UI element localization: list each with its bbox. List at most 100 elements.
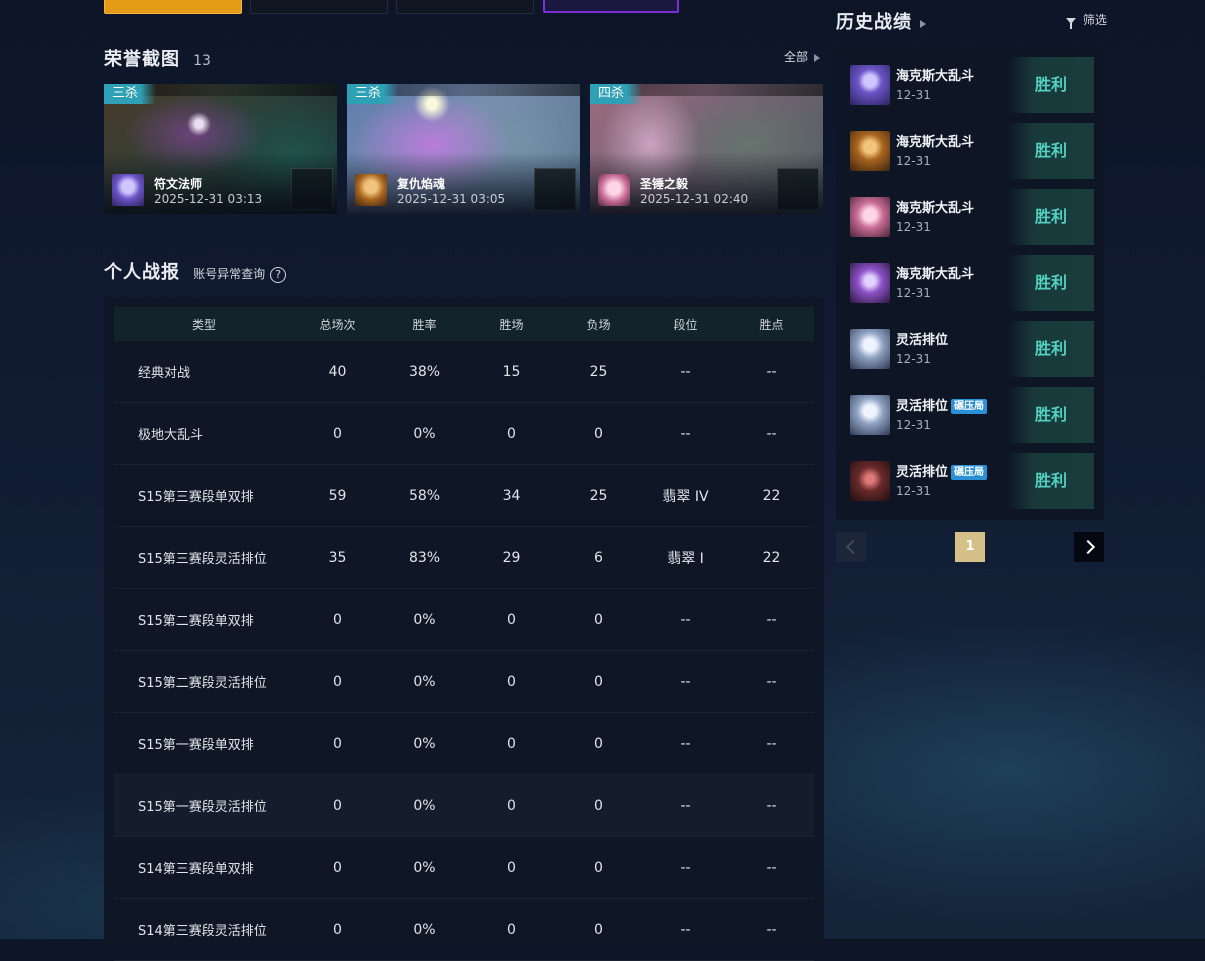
honor-all-label[interactable]: 全部 — [784, 50, 808, 64]
next-page-button[interactable] — [1074, 532, 1104, 562]
top-tab-4[interactable] — [543, 0, 679, 13]
account-anomaly-link[interactable]: 账号异常查询 — [193, 267, 265, 281]
col-header: 负场 — [555, 307, 642, 341]
prev-page-button[interactable] — [836, 532, 866, 562]
game-date: 12-31 — [896, 352, 931, 366]
total-games: 0 — [294, 898, 381, 961]
rank-tier: -- — [642, 712, 729, 775]
col-header: 胜点 — [729, 307, 814, 341]
filter-label[interactable]: 筛选 — [1083, 13, 1107, 27]
table-row: S15第二赛段灵活排位 0 0% 0 0 -- -- — [114, 650, 814, 713]
losses: 0 — [555, 650, 642, 713]
queue-type: S15第三赛段灵活排位 — [114, 526, 294, 589]
table-row: S15第二赛段单双排 0 0% 0 0 -- -- — [114, 588, 814, 651]
champion-avatar — [850, 65, 890, 105]
page-number[interactable]: 1 — [955, 532, 985, 562]
history-record[interactable]: 灵活排位 碾压局 12-31 胜利 — [846, 453, 1094, 509]
clip-time: 2025-12-31 03:05 — [397, 192, 506, 206]
total-games: 0 — [294, 588, 381, 651]
win-rate: 0% — [381, 650, 468, 713]
result-label: 胜利 — [1008, 321, 1094, 377]
top-tab-3[interactable] — [396, 0, 534, 14]
honor-clip-card[interactable]: 三杀 复仇焰魂 2025-12-31 03:05 — [347, 84, 580, 214]
honor-clip-card[interactable]: 三杀 符文法师 2025-12-31 03:13 — [104, 84, 337, 214]
total-games: 0 — [294, 650, 381, 713]
report-panel: 类型 总场次 胜率 胜场 负场 段位 胜点 经典对战 40 38% 15 25 … — [104, 297, 824, 961]
result-label: 胜利 — [1008, 57, 1094, 113]
league-points: -- — [729, 774, 814, 837]
win-rate: 38% — [381, 341, 468, 403]
history-title[interactable]: 历史战绩 — [836, 12, 912, 33]
champion-avatar — [112, 174, 144, 206]
history-record[interactable]: 海克斯大乱斗 12-31 胜利 — [846, 255, 1094, 311]
total-games: 0 — [294, 712, 381, 775]
game-mode: 灵活排位 — [896, 333, 949, 348]
history-header[interactable]: 历史战绩 — [836, 8, 926, 34]
help-icon[interactable]: ? — [270, 267, 287, 283]
top-tab-2[interactable] — [250, 0, 388, 14]
champion-name: 符文法师 — [154, 177, 203, 191]
queue-type: S15第三赛段单双排 — [114, 464, 294, 527]
win-rate: 0% — [381, 712, 468, 775]
table-row: S15第三赛段单双排 59 58% 34 25 翡翠 IV 22 — [114, 464, 814, 527]
rank-tier: -- — [642, 774, 729, 837]
result-label: 胜利 — [1008, 255, 1094, 311]
league-points: -- — [729, 588, 814, 651]
chevron-left-icon — [845, 539, 861, 555]
stats-table: 类型 总场次 胜率 胜场 负场 段位 胜点 经典对战 40 38% 15 25 … — [114, 307, 814, 961]
chevron-right-icon — [814, 53, 821, 62]
win-rate: 83% — [381, 526, 468, 589]
champion-avatar — [850, 131, 890, 171]
col-header: 胜率 — [381, 307, 468, 341]
col-header: 总场次 — [294, 307, 381, 341]
table-header-row: 类型 总场次 胜率 胜场 负场 段位 胜点 — [114, 307, 814, 341]
table-row: S15第三赛段灵活排位 35 83% 29 6 翡翠 I 22 — [114, 526, 814, 589]
history-record[interactable]: 灵活排位 碾压局 12-31 胜利 — [846, 387, 1094, 443]
filter-icon — [1066, 17, 1076, 29]
history-record[interactable]: 海克斯大乱斗 12-31 胜利 — [846, 189, 1094, 245]
honor-clip-card[interactable]: 四杀 圣锤之毅 2025-12-31 02:40 — [590, 84, 823, 214]
table-row: S14第三赛段单双排 0 0% 0 0 -- -- — [114, 836, 814, 899]
queue-type: 极地大乱斗 — [114, 402, 294, 465]
game-mode: 灵活排位 碾压局 — [896, 395, 988, 414]
game-date: 12-31 — [896, 286, 931, 300]
queue-type: S14第三赛段灵活排位 — [114, 898, 294, 961]
honor-count: 13 — [193, 53, 211, 69]
honor-all-link[interactable]: 全部 — [784, 48, 821, 65]
table-row: S15第一赛段单双排 0 0% 0 0 -- -- — [114, 712, 814, 775]
total-games: 35 — [294, 526, 381, 589]
total-games: 40 — [294, 341, 381, 403]
stomp-badge: 碾压局 — [951, 399, 988, 414]
filter-button[interactable]: 筛选 — [1066, 11, 1107, 29]
result-label: 胜利 — [1008, 453, 1094, 509]
champion-avatar — [850, 461, 890, 501]
game-mode: 海克斯大乱斗 — [896, 201, 975, 216]
col-header: 段位 — [642, 307, 729, 341]
losses: 0 — [555, 774, 642, 837]
wins: 0 — [468, 836, 555, 899]
queue-type: S15第二赛段单双排 — [114, 588, 294, 651]
wins: 0 — [468, 774, 555, 837]
top-tab-1[interactable] — [104, 0, 242, 14]
history-panel: 海克斯大乱斗 12-31 胜利 海克斯大乱斗 12-31 胜利 海克斯大乱斗 1… — [836, 47, 1104, 520]
queue-type: S15第二赛段灵活排位 — [114, 650, 294, 713]
stomp-badge: 碾压局 — [951, 465, 988, 480]
honor-title: 荣誉截图 — [104, 49, 180, 70]
kill-tag: 四杀 — [590, 84, 642, 104]
champion-avatar — [850, 329, 890, 369]
table-row: 极地大乱斗 0 0% 0 0 -- -- — [114, 402, 814, 465]
history-record[interactable]: 灵活排位 12-31 胜利 — [846, 321, 1094, 377]
total-games: 0 — [294, 402, 381, 465]
losses: 0 — [555, 898, 642, 961]
col-header: 胜场 — [468, 307, 555, 341]
result-label: 胜利 — [1008, 189, 1094, 245]
total-games: 0 — [294, 774, 381, 837]
wins: 0 — [468, 402, 555, 465]
rank-tier: -- — [642, 402, 729, 465]
losses: 6 — [555, 526, 642, 589]
history-record[interactable]: 海克斯大乱斗 12-31 胜利 — [846, 57, 1094, 113]
total-games: 59 — [294, 464, 381, 527]
clip-time: 2025-12-31 03:13 — [154, 192, 263, 206]
history-record[interactable]: 海克斯大乱斗 12-31 胜利 — [846, 123, 1094, 179]
league-points: -- — [729, 650, 814, 713]
